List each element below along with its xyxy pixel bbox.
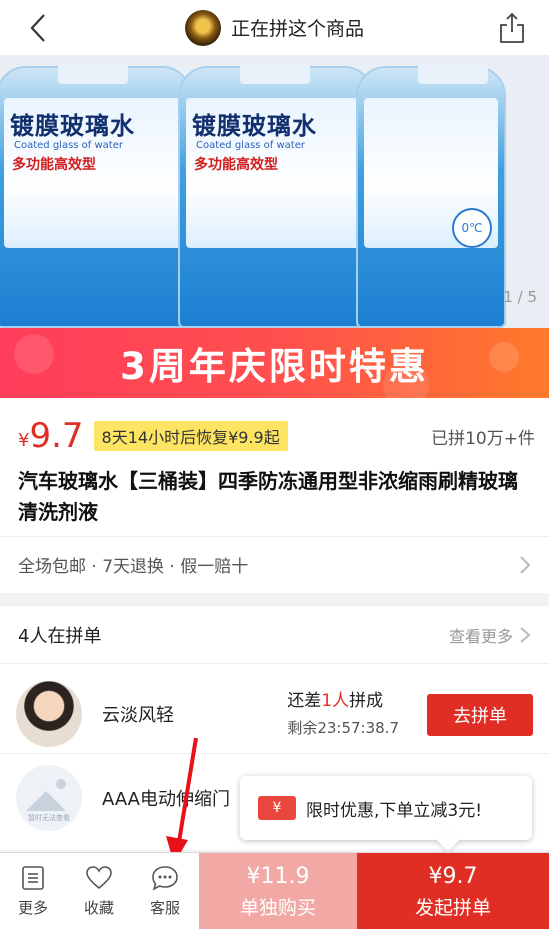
label-en-text: Coated glass of water bbox=[196, 140, 305, 151]
remaining-time: 剩余23:57:38.7 bbox=[287, 719, 399, 737]
need-prefix: 还差 bbox=[287, 691, 322, 711]
bottle-label: 0℃ bbox=[364, 98, 498, 248]
label-main-text: 镀膜玻璃水 bbox=[192, 112, 317, 140]
service-row[interactable]: 全场包邮 · 7天退换 · 假一赔十 bbox=[0, 536, 549, 592]
discount-popup[interactable]: ¥ 限时优惠,下单立减3元! bbox=[240, 776, 532, 852]
share-icon bbox=[500, 12, 524, 43]
join-group-button[interactable]: 去拼单 bbox=[427, 694, 533, 736]
tab-customer-service[interactable]: 客服 bbox=[132, 853, 198, 929]
share-button[interactable] bbox=[495, 10, 529, 46]
sold-count: 已拼10万+件 bbox=[431, 428, 535, 449]
buy-alone-button[interactable]: ¥11.9 单独购买 bbox=[199, 853, 357, 929]
image-counter: 1 / 5 bbox=[503, 288, 537, 306]
user-avatar-placeholder: 暂时无法查看 bbox=[16, 765, 82, 831]
start-group-button[interactable]: ¥9.7 发起拼单 bbox=[357, 853, 549, 929]
placeholder-text: 暂时无法查看 bbox=[28, 814, 70, 822]
tab-more[interactable]: 更多 bbox=[0, 853, 66, 929]
placeholder-mountain bbox=[26, 791, 66, 811]
chat-icon bbox=[152, 866, 178, 891]
group-status: 还差1人拼成 剩余23:57:38.7 bbox=[287, 686, 399, 738]
group-title: 4人在拼单 bbox=[18, 625, 102, 647]
popup-text: 限时优惠,下单立减3元! bbox=[306, 800, 483, 821]
solo-label: 单独购买 bbox=[239, 896, 316, 919]
price: 9.7 bbox=[29, 416, 84, 456]
back-button[interactable] bbox=[20, 10, 56, 46]
product-info: ¥ 9.7 8天14小时后恢复¥9.9起 已拼10万+件 汽车玻璃水【三桶装】四… bbox=[0, 398, 549, 593]
header-center: 正在拼这个商品 bbox=[184, 9, 364, 46]
product-image-gallery[interactable]: 镀膜玻璃水 Coated glass of water 多功能高效型 镀膜玻璃水… bbox=[0, 56, 549, 328]
need-suffix: 拼成 bbox=[349, 691, 384, 711]
label-sub-text: 多功能高效型 bbox=[12, 157, 96, 173]
view-more-label: 查看更多 bbox=[448, 626, 513, 646]
label-main-text: 镀膜玻璃水 bbox=[10, 112, 135, 140]
list-icon bbox=[22, 866, 44, 890]
group-label: 发起拼单 bbox=[414, 896, 491, 919]
label-en-text: Coated glass of water bbox=[14, 140, 123, 151]
user-name: 云淡风轻 bbox=[102, 704, 174, 726]
bottle-cap bbox=[240, 62, 310, 84]
tab-label: 收藏 bbox=[83, 899, 114, 917]
chevron-right-icon bbox=[520, 626, 531, 643]
bottom-action-bar: 更多 收藏 客服 ¥11.9 单独购买 ¥9.7 发起拼单 bbox=[0, 852, 549, 929]
label-sub-text: 多功能高效型 bbox=[194, 157, 278, 173]
need-text: 还差1人拼成 bbox=[287, 686, 399, 711]
placeholder-sun bbox=[56, 779, 66, 789]
chevron-left-icon bbox=[30, 14, 45, 42]
product-bottle-image: 镀膜玻璃水 Coated glass of water 多功能高效型 bbox=[0, 62, 192, 328]
page-title: 正在拼这个商品 bbox=[230, 18, 364, 40]
shop-avatar[interactable] bbox=[184, 9, 221, 46]
product-bottle-image: 0℃ bbox=[356, 62, 506, 328]
tab-favorite[interactable]: 收藏 bbox=[66, 853, 132, 929]
tab-label: 客服 bbox=[149, 899, 180, 917]
product-bottle-image: 镀膜玻璃水 Coated glass of water 多功能高效型 bbox=[178, 62, 374, 328]
service-text: 全场包邮 · 7天退换 · 假一赔十 bbox=[18, 557, 249, 577]
need-count: 1人 bbox=[321, 691, 350, 711]
top-nav-bar: 正在拼这个商品 bbox=[0, 0, 549, 56]
product-title: 汽车玻璃水【三桶装】四季防冻通用型非浓缩雨刷精玻璃清洗剂液 bbox=[18, 469, 518, 524]
banner-decoration bbox=[14, 334, 54, 374]
price-restore-tag: 8天14小时后恢复¥9.9起 bbox=[93, 421, 288, 451]
heart-icon bbox=[86, 866, 112, 890]
bottle-cap bbox=[58, 62, 128, 84]
chevron-right-icon bbox=[520, 556, 531, 574]
solo-price: ¥11.9 bbox=[246, 863, 310, 889]
price-row: ¥ 9.7 8天14小时后恢复¥9.9起 已拼10万+件 bbox=[18, 416, 535, 456]
group-header: 4人在拼单 查看更多 bbox=[0, 606, 549, 664]
user-avatar bbox=[16, 680, 82, 747]
group-price: ¥9.7 bbox=[428, 863, 478, 889]
snowflake-badge: 0℃ bbox=[452, 208, 492, 248]
bottle-label: 镀膜玻璃水 Coated glass of water 多功能高效型 bbox=[4, 98, 184, 248]
banner-decoration bbox=[489, 342, 519, 372]
promo-banner: 3周年庆限时特惠 bbox=[0, 328, 549, 398]
group-row: 云淡风轻 还差1人拼成 剩余23:57:38.7 去拼单 bbox=[0, 674, 549, 754]
coupon-icon: ¥ bbox=[258, 796, 296, 820]
bottle-label: 镀膜玻璃水 Coated glass of water 多功能高效型 bbox=[186, 98, 366, 248]
annotation-arrow-icon bbox=[166, 737, 198, 864]
tab-label: 更多 bbox=[17, 899, 48, 917]
view-more-link[interactable]: 查看更多 bbox=[449, 623, 531, 647]
currency-symbol: ¥ bbox=[18, 429, 30, 451]
bottle-cap bbox=[418, 62, 488, 84]
